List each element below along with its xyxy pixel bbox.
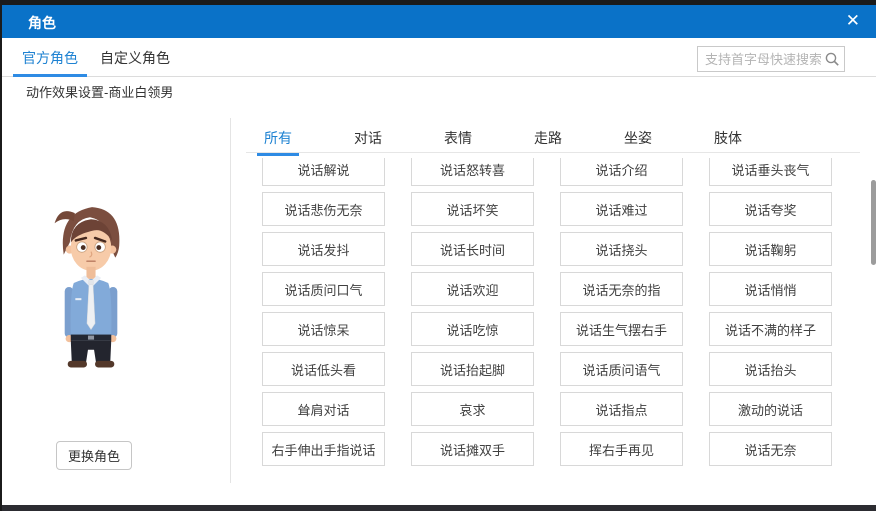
- action-button[interactable]: 说话鞠躬: [709, 232, 832, 266]
- action-button[interactable]: 说话怒转喜: [411, 158, 534, 186]
- filter-tab[interactable]: 表情: [442, 128, 474, 152]
- frame-edge-bottom: [0, 505, 876, 511]
- action-button[interactable]: 说话摊双手: [411, 432, 534, 466]
- action-button[interactable]: 说话长时间: [411, 232, 534, 266]
- main-tab[interactable]: 官方角色: [13, 38, 87, 77]
- action-button[interactable]: 说话坏笑: [411, 192, 534, 226]
- action-button[interactable]: 挥右手再见: [560, 432, 683, 466]
- action-button[interactable]: 说话生气摆右手: [560, 312, 683, 346]
- action-button[interactable]: 说话低头看: [262, 352, 385, 386]
- role-dialog: 角色 ✕ 官方角色自定义角色 动作效果设置-商业白领男: [0, 0, 876, 511]
- dialog-title: 角色: [28, 15, 56, 31]
- search-input[interactable]: [698, 48, 823, 70]
- panel-divider: [230, 118, 231, 483]
- action-button[interactable]: 哀求: [411, 392, 534, 426]
- action-grid-container: 说话解说 说话怒转喜 说话介绍 说话垂头丧气说话悲伤无奈 说话坏笑 说话难过 说话夸奖说话发…: [262, 158, 834, 480]
- dialog-titlebar: 角色 ✕: [0, 5, 876, 38]
- action-button[interactable]: 说话吃惊: [411, 312, 534, 346]
- action-button[interactable]: 说话夸奖: [709, 192, 832, 226]
- action-button[interactable]: 说话质问语气: [560, 352, 683, 386]
- change-role-button[interactable]: 更换角色: [56, 441, 133, 470]
- action-grid: 说话解说 说话怒转喜 说话介绍 说话垂头丧气说话悲伤无奈 说话坏笑 说话难过 说话夸奖说话发…: [262, 158, 834, 466]
- action-button[interactable]: 说话抬起脚: [411, 352, 534, 386]
- filter-tab[interactable]: 走路: [532, 128, 564, 152]
- main-tabs: 官方角色 自定义角色: [2, 38, 876, 77]
- action-button[interactable]: 说话惊呆: [262, 312, 385, 346]
- action-button[interactable]: 说话欢迎: [411, 272, 534, 306]
- filter-tab[interactable]: 对话: [352, 128, 384, 152]
- action-button[interactable]: 说话解说: [262, 158, 385, 186]
- action-button[interactable]: 说话难过: [560, 192, 683, 226]
- close-icon[interactable]: ✕: [846, 10, 860, 32]
- action-button[interactable]: 说话悲伤无奈: [262, 192, 385, 226]
- action-button[interactable]: 说话指点: [560, 392, 683, 426]
- action-button[interactable]: 说话发抖: [262, 232, 385, 266]
- scrollbar-thumb[interactable]: [871, 180, 876, 265]
- action-button[interactable]: 说话抬头: [709, 352, 832, 386]
- frame-edge-top: [0, 0, 876, 5]
- frame-edge-left: [0, 0, 2, 511]
- action-button[interactable]: 说话无奈的指: [560, 272, 683, 306]
- search-box: [697, 46, 845, 72]
- action-button[interactable]: 激动的说话: [709, 392, 832, 426]
- search-icon[interactable]: [823, 50, 841, 68]
- filter-tab[interactable]: 肢体: [712, 128, 744, 152]
- action-button[interactable]: 说话挠头: [560, 232, 683, 266]
- action-button[interactable]: 说话悄悄: [709, 272, 832, 306]
- action-button[interactable]: 右手伸出手指说话: [262, 432, 385, 466]
- main-tab[interactable]: 自定义角色: [98, 38, 172, 77]
- action-button[interactable]: 耸肩对话: [262, 392, 385, 426]
- action-button[interactable]: 说话垂头丧气: [709, 158, 832, 186]
- filter-tabs: 所有 对话 表情 走路 坐姿 肢体: [246, 128, 860, 156]
- character-illustration: [54, 207, 120, 368]
- action-button[interactable]: 说话介绍: [560, 158, 683, 186]
- filter-tab[interactable]: 坐姿: [622, 128, 654, 152]
- action-button[interactable]: 说话质问口气: [262, 272, 385, 306]
- action-button[interactable]: 说话无奈: [709, 432, 832, 466]
- action-button[interactable]: 说话不满的样子: [709, 312, 832, 346]
- filter-tab[interactable]: 所有: [257, 128, 299, 156]
- settings-title: 动作效果设置-商业白领男: [26, 85, 174, 100]
